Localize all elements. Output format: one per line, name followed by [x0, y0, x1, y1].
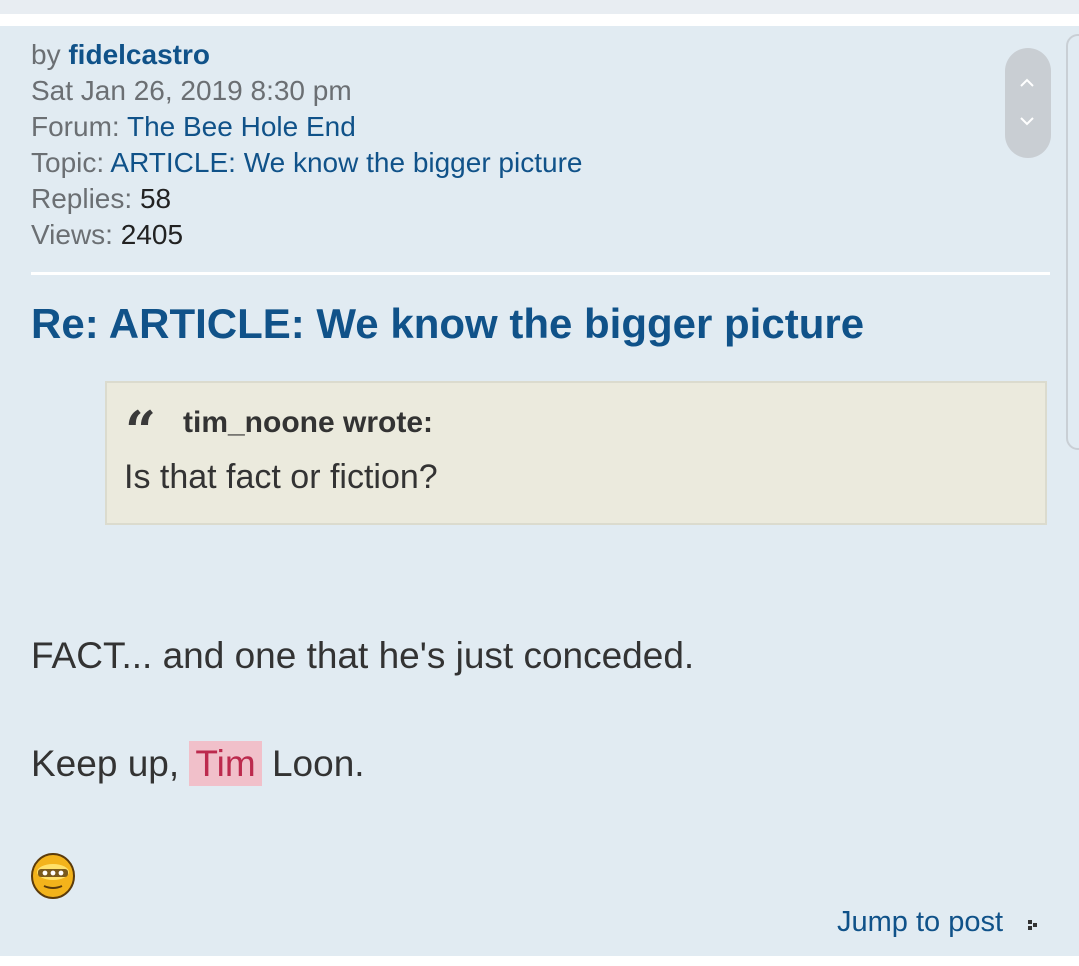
post-author-line: by fidelcastro: [31, 38, 210, 72]
replies-line: Replies: 58: [31, 182, 171, 216]
post-body-line-2: Keep up, Tim Loon.: [31, 741, 365, 786]
topic-line: Topic: ARTICLE: We know the bigger pictu…: [31, 146, 582, 180]
quote-author: tim_noone wrote:: [183, 406, 434, 439]
forum-line: Forum: The Bee Hole End: [31, 110, 356, 144]
quote-block: [105, 381, 1047, 525]
post-title-link[interactable]: Re: ARTICLE: We know the bigger picture: [31, 298, 864, 350]
quote-mark-icon: “: [125, 399, 157, 463]
chevron-up-icon[interactable]: [1016, 72, 1038, 94]
views-count: 2405: [120, 219, 184, 250]
jump-to-post-link[interactable]: Jump to post: [837, 904, 1003, 940]
post-date: Sat Jan 26, 2019 8:30 pm: [31, 75, 352, 106]
search-highlight: Tim: [189, 741, 262, 786]
body-text-before: Keep up,: [31, 743, 180, 784]
chevron-down-icon[interactable]: [1016, 110, 1038, 132]
scrollbar-track[interactable]: [1066, 34, 1079, 450]
forum-link[interactable]: The Bee Hole End: [127, 111, 356, 142]
post-body-line-1: FACT... and one that he's just conceded.: [31, 635, 695, 676]
top-strip: [0, 0, 1079, 14]
author-link[interactable]: fidelcastro: [68, 39, 210, 70]
topic-link[interactable]: ARTICLE: We know the bigger picture: [110, 147, 582, 178]
topic-label: Topic:: [31, 147, 105, 178]
smiley-icon: [30, 850, 76, 900]
replies-count: 58: [139, 183, 172, 214]
jump-arrow-icon[interactable]: [1026, 917, 1042, 933]
quote-text: Is that fact or fiction?: [124, 458, 438, 496]
scroll-thumb[interactable]: [1005, 48, 1051, 158]
body-text-after: Loon.: [271, 743, 365, 784]
replies-label: Replies:: [31, 183, 133, 214]
by-label: by: [31, 39, 61, 70]
views-label: Views:: [31, 219, 113, 250]
divider: [31, 272, 1050, 275]
forum-label: Forum:: [31, 111, 120, 142]
views-line: Views: 2405: [31, 218, 183, 252]
